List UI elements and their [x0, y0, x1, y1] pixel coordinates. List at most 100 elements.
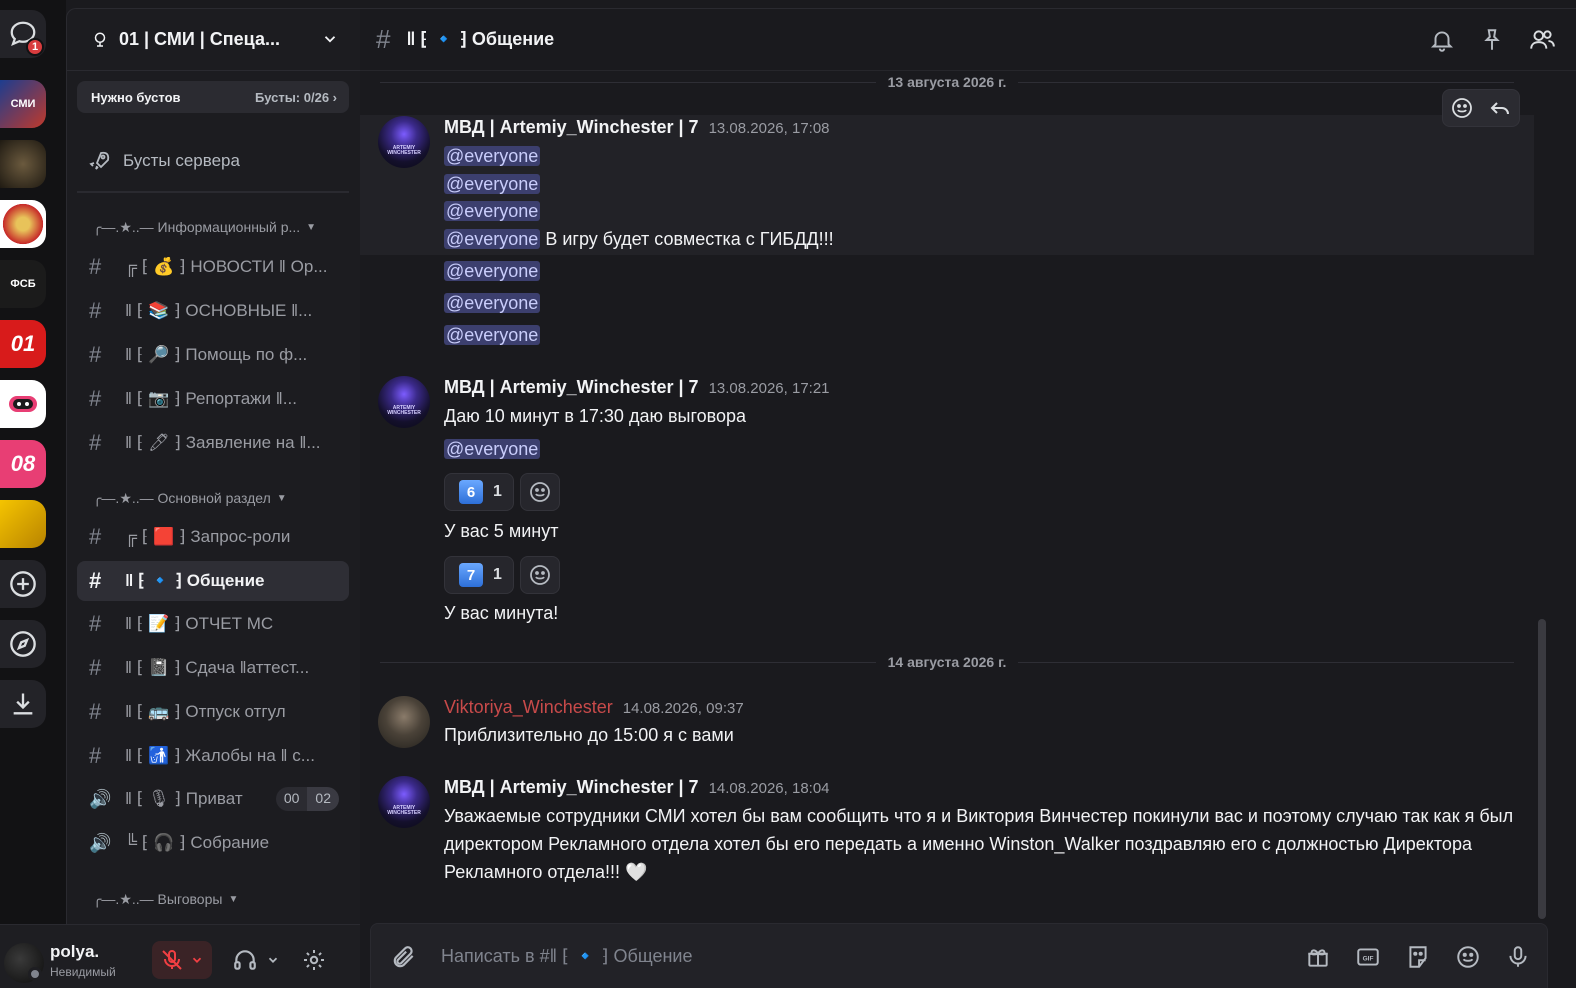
- author-avatar[interactable]: [378, 696, 430, 748]
- chat-scrollbar[interactable]: [1538, 619, 1546, 919]
- message-timestamp: 14.08.2026, 18:04: [708, 780, 830, 797]
- microphone-icon: [1509, 946, 1527, 967]
- gif-button[interactable]: GIF: [1353, 942, 1383, 972]
- channel-general-active[interactable]: # ‖ ⁅ 🔹 ⁆ Общение: [77, 561, 349, 601]
- add-server-button[interactable]: [0, 560, 46, 608]
- channel-news[interactable]: # ╔ ⁅ 💰 ⁆ НОВОСТИ ‖ Ор...: [77, 247, 349, 287]
- add-reaction-button[interactable]: [520, 473, 560, 511]
- bell-icon: [1430, 31, 1454, 52]
- channel-role-request[interactable]: # ╔ ⁅ 🟥 ⁆ Запрос-роли: [77, 517, 349, 557]
- emoji-button[interactable]: [1453, 942, 1483, 972]
- boost-count: Бусты: 0/26 ›: [255, 89, 337, 105]
- server-name: 01 | СМИ | Спеца...: [119, 29, 280, 49]
- chevron-down-icon[interactable]: [266, 953, 280, 967]
- message-composer: GIF: [370, 923, 1548, 988]
- mention[interactable]: @everyone: [444, 439, 541, 459]
- hash-icon: #: [89, 386, 102, 411]
- server-icon-headphones[interactable]: [0, 380, 46, 428]
- unread-badge: 1: [26, 38, 44, 56]
- reaction-keycap-6[interactable]: 61: [444, 473, 514, 511]
- category-reprimands[interactable]: ╭—.★..— Выговоры ▼: [93, 891, 238, 908]
- channel-help[interactable]: # ‖ ⁅ 🔎 ⁆ Помощь по ф...: [77, 335, 349, 375]
- server-icon-08[interactable]: 08: [0, 440, 46, 488]
- message-text: @everyone: [444, 261, 541, 282]
- add-reaction-button[interactable]: [520, 556, 560, 594]
- chevron-down-icon: ▼: [228, 894, 239, 905]
- voice-channel-private[interactable]: 🔊 ‖ ⁅ 🎙 ⁆ Приват 00 02: [77, 779, 349, 819]
- attach-icon[interactable]: [391, 944, 417, 970]
- author-avatar[interactable]: [378, 116, 430, 168]
- chevron-down-icon[interactable]: [190, 953, 204, 967]
- gift-button[interactable]: [1303, 942, 1333, 972]
- message-header: МВД | Artemiy_Winchester | 7 13.08.2026,…: [444, 117, 830, 138]
- author-name[interactable]: Viktoriya_Winchester: [444, 697, 613, 718]
- gif-icon: GIF: [1357, 948, 1379, 966]
- smiley-icon: [530, 482, 550, 502]
- mention[interactable]: @everyone: [444, 146, 541, 166]
- reply-icon[interactable]: [1488, 96, 1512, 120]
- voice-channel-meeting[interactable]: 🔊 ╚ ⁅ 🎧 ⁆ Собрание: [77, 823, 349, 863]
- channel-complaints[interactable]: # ‖ ⁅ 🚮 ⁆ Жалобы на ‖ с...: [77, 736, 349, 776]
- server-icon-gold[interactable]: [0, 500, 46, 548]
- boost-goal-bar[interactable]: Нужно бустов Бусты: 0/26 ›: [77, 81, 349, 113]
- headphones-logo-icon: [9, 396, 37, 412]
- message-header: Viktoriya_Winchester 14.08.2026, 09:37: [444, 697, 744, 718]
- reaction-keycap-7[interactable]: 71: [444, 556, 514, 594]
- direct-messages-button[interactable]: 1: [0, 10, 46, 58]
- explore-button[interactable]: [0, 620, 46, 668]
- message-header: МВД | Artemiy_Winchester | 7 14.08.2026,…: [444, 777, 830, 798]
- mention[interactable]: @everyone: [444, 325, 541, 345]
- server-rail: 1 СМИ ФСБ 01 08: [0, 0, 66, 988]
- server-icon-fsb[interactable]: ФСБ: [0, 260, 46, 308]
- keycap-icon: 7: [459, 563, 483, 587]
- add-reaction-icon[interactable]: [1450, 96, 1474, 120]
- server-icon-2[interactable]: [0, 140, 46, 188]
- server-icon-smi[interactable]: СМИ: [0, 80, 46, 128]
- user-panel: polya. Невидимый: [0, 924, 360, 988]
- author-avatar[interactable]: [378, 776, 430, 828]
- message-timestamp: 14.08.2026, 09:37: [622, 700, 744, 717]
- category-main[interactable]: ╭—.★..— Основной раздел ▼: [93, 490, 287, 507]
- download-icon: [13, 693, 33, 715]
- mention[interactable]: @everyone: [444, 229, 541, 249]
- sticker-button[interactable]: [1403, 942, 1433, 972]
- pinned-messages-button[interactable]: [1478, 26, 1506, 54]
- user-name[interactable]: polya.: [50, 942, 99, 962]
- message-timestamp: 13.08.2026, 17:08: [708, 120, 830, 137]
- channel-reports[interactable]: # ‖ ⁅ 📷 ⁆ Репортажи ‖...: [77, 379, 349, 419]
- channel-vacation[interactable]: # ‖ ⁅ 🚌 ⁆ Отпуск отгул: [77, 692, 349, 732]
- server-icon-emblem[interactable]: [0, 200, 46, 248]
- channel-ms-report[interactable]: # ‖ ⁅ 📝 ⁆ ОТЧЕТ МС: [77, 604, 349, 644]
- compass-icon: [10, 631, 36, 657]
- author-name[interactable]: МВД | Artemiy_Winchester | 7: [444, 117, 699, 138]
- mute-mic-button[interactable]: [152, 941, 212, 979]
- message-input[interactable]: [441, 938, 1261, 974]
- channel-attestation[interactable]: # ‖ ⁅ 📓 ⁆ Сдача ‖аттест...: [77, 648, 349, 688]
- server-header[interactable]: 01 | СМИ | Спеца...: [67, 9, 361, 71]
- user-settings-button[interactable]: [298, 941, 330, 979]
- date-divider: 14 августа 2026 г.: [380, 654, 1515, 670]
- server-icon-01[interactable]: 01: [0, 320, 46, 368]
- category-info[interactable]: ╭—.★..— Информационный р... ▼: [93, 219, 316, 236]
- message-text: @everyone: [444, 439, 541, 460]
- date-divider: 13 августа 2026 г.: [380, 74, 1515, 90]
- mention[interactable]: @everyone: [444, 201, 541, 221]
- message-text: У вас минута!: [444, 603, 559, 623]
- channel-applications[interactable]: # ‖ ⁅ 🖊 ⁆ Заявление на ‖...: [77, 423, 349, 463]
- author-name[interactable]: МВД | Artemiy_Winchester | 7: [444, 777, 699, 798]
- deafen-button[interactable]: [228, 941, 288, 979]
- member-list-button[interactable]: [1528, 26, 1556, 54]
- pin-icon: [1484, 29, 1500, 50]
- voice-message-button[interactable]: [1503, 942, 1533, 972]
- notifications-button[interactable]: [1428, 26, 1456, 54]
- server-boosts-link[interactable]: Бусты сервера: [77, 141, 349, 181]
- headphones-icon: [234, 950, 256, 970]
- mention[interactable]: @everyone: [444, 261, 541, 281]
- author-name[interactable]: МВД | Artemiy_Winchester | 7: [444, 377, 699, 398]
- channel-main[interactable]: # ‖ ⁅ 📚 ⁆ ОСНОВНЫЕ ‖...: [77, 291, 349, 331]
- download-apps-button[interactable]: [0, 680, 46, 728]
- mention[interactable]: @everyone: [444, 293, 541, 313]
- discord-app: 1 СМИ ФСБ 01 08 01 | СМИ | Спеца... Нужн…: [0, 0, 1576, 988]
- author-avatar[interactable]: [378, 376, 430, 428]
- mention[interactable]: @everyone: [444, 174, 541, 194]
